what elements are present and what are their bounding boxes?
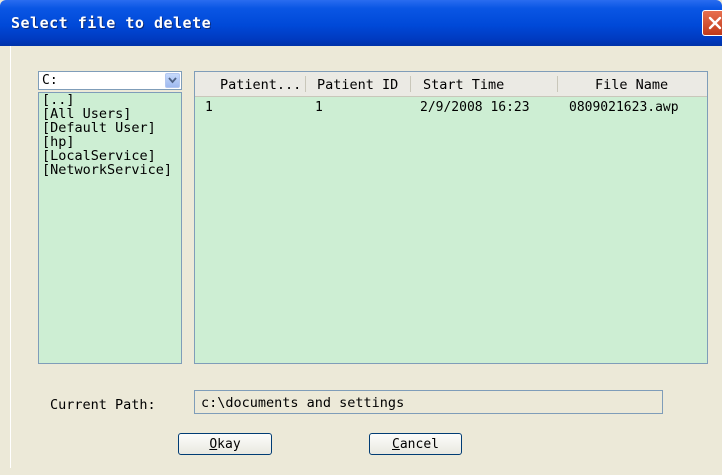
cancel-accelerator: C (392, 436, 400, 452)
dialog-window: Select file to delete C: [..] [All Users… (0, 0, 722, 475)
directory-list[interactable]: [..] [All Users] [Default User] [hp] [Lo… (38, 92, 182, 364)
directory-item-localservice[interactable]: [LocalService] (39, 149, 181, 163)
cell-patient-id: 1 (315, 100, 323, 115)
directory-item-parent[interactable]: [..] (39, 93, 181, 107)
column-divider[interactable] (557, 76, 558, 92)
column-header-patient-id[interactable]: Patient ID (317, 77, 398, 93)
okay-accelerator: O (209, 436, 218, 452)
title-bar[interactable]: Select file to delete (0, 0, 722, 46)
drive-dropdown-button[interactable] (165, 73, 180, 88)
current-path-value: c:\documents and settings (201, 395, 405, 411)
cell-file-name: 0809021623.awp (569, 100, 679, 115)
directory-item-default-user[interactable]: [Default User] (39, 121, 181, 135)
chevron-down-icon (168, 77, 177, 84)
drive-select[interactable]: C: (38, 71, 182, 90)
column-header-start-time[interactable]: Start Time (423, 77, 504, 93)
column-header-file-name[interactable]: File Name (595, 77, 668, 93)
cell-patient: 1 (205, 100, 213, 115)
close-icon (708, 16, 722, 30)
current-path-label: Current Path: (50, 397, 156, 413)
directory-item-hp[interactable]: [hp] (39, 135, 181, 149)
cell-start-time: 2/9/2008 16:23 (420, 100, 530, 115)
directory-item-all-users[interactable]: [All Users] (39, 107, 181, 121)
drive-select-value: C: (42, 73, 58, 88)
current-path-field: c:\documents and settings (194, 390, 663, 414)
cancel-label: ancel (399, 436, 439, 452)
okay-label: kay (217, 436, 241, 452)
cancel-button[interactable]: Cancel (369, 433, 462, 455)
column-header-patient[interactable]: Patient... (220, 77, 301, 93)
okay-button[interactable]: Okay (178, 433, 272, 455)
directory-item-networkservice[interactable]: [NetworkService] (39, 163, 181, 177)
close-button[interactable] (702, 10, 722, 36)
window-title: Select file to delete (11, 14, 212, 32)
table-header: Patient... Patient ID Start Time File Na… (195, 72, 707, 97)
column-divider[interactable] (305, 76, 306, 92)
file-table: Patient... Patient ID Start Time File Na… (194, 71, 708, 364)
column-divider[interactable] (410, 76, 411, 92)
